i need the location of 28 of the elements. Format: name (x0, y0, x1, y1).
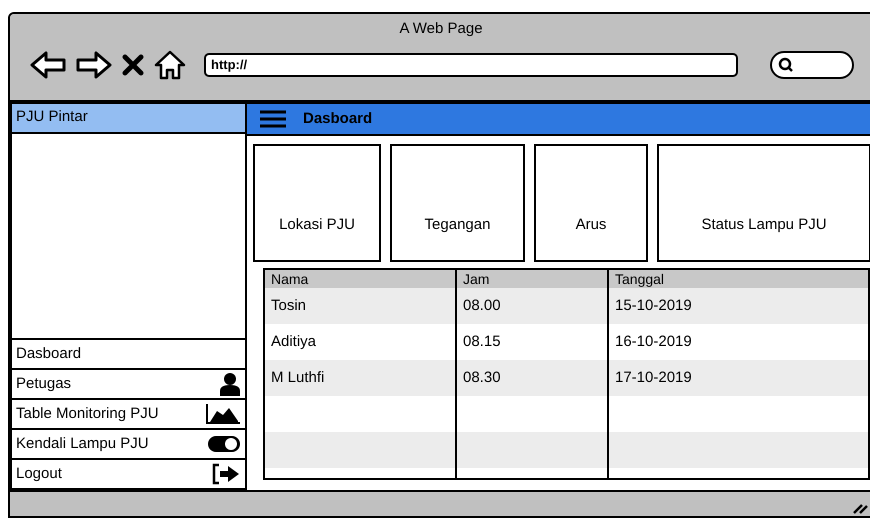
header-title: Dasboard (303, 108, 372, 129)
sidebar-title: PJU Pintar (10, 102, 247, 134)
info-card: Arus (534, 144, 648, 262)
info-card: Status Lampu PJU (657, 144, 870, 262)
info-card: Tegangan (390, 144, 525, 262)
sidebar-item[interactable]: Kendali Lampu PJU (10, 428, 247, 460)
forward-arrow-icon[interactable] (76, 50, 112, 78)
sidebar-item[interactable]: Logout (10, 458, 247, 490)
info-card: Lokasi PJU (253, 144, 381, 262)
sidebar-item[interactable]: Table Monitoring PJU (10, 398, 247, 430)
table-cell-text: Tosin (270, 296, 308, 316)
table-cell-text: M Luthfi (270, 368, 326, 388)
search-field[interactable] (770, 50, 854, 78)
search-icon (778, 56, 794, 72)
menu-icon[interactable] (259, 109, 287, 129)
close-icon[interactable] (122, 54, 144, 76)
back-arrow-icon[interactable] (30, 50, 66, 78)
sidebar-item[interactable]: Petugas (10, 368, 247, 400)
area-chart-icon (205, 403, 241, 425)
address-field[interactable]: http:// (204, 52, 738, 76)
sidebar-item[interactable]: Dasboard (10, 338, 247, 370)
table-cell-text: Aditiya (270, 332, 318, 352)
home-icon[interactable] (154, 50, 186, 80)
column-header: Nama (270, 270, 310, 288)
window-title: A Web Page (399, 19, 483, 39)
toggle-icon (207, 434, 241, 454)
person-icon (219, 372, 241, 396)
logout-icon (211, 463, 241, 485)
